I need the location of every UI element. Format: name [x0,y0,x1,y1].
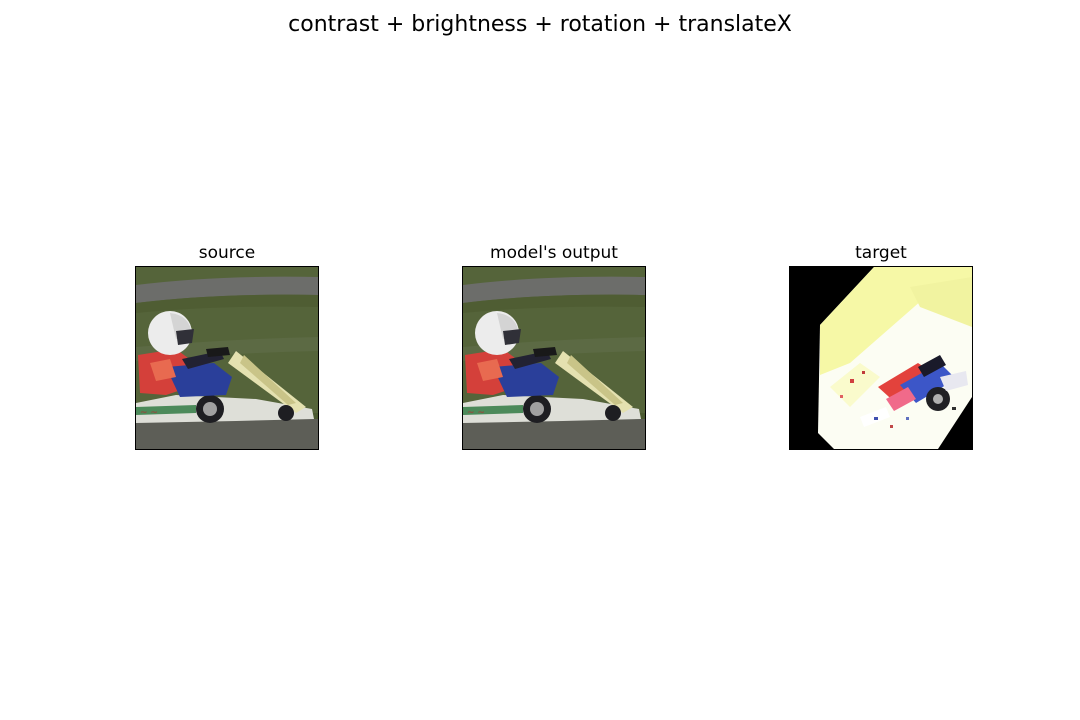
model-output-image: ~ ~ [462,266,646,450]
target-image [789,266,973,450]
target-panel: target [789,240,973,450]
figure-title: contrast + brightness + rotation + trans… [288,12,792,37]
target-panel-title: target [855,243,907,263]
kart-scene: ~ ~ [136,267,318,449]
kart-scene: ~ ~ [463,267,645,449]
svg-text:~ ~: ~ ~ [467,408,485,418]
model-output-panel-title: model's output [490,243,618,263]
source-image: ~ ~ [135,266,319,450]
source-panel-title: source [198,243,256,263]
svg-text:~ ~: ~ ~ [140,408,158,418]
transformed-kart-scene [790,267,972,449]
source-panel: source ~ ~ [135,240,319,450]
model-output-panel: model's output ~ ~ [462,240,646,450]
